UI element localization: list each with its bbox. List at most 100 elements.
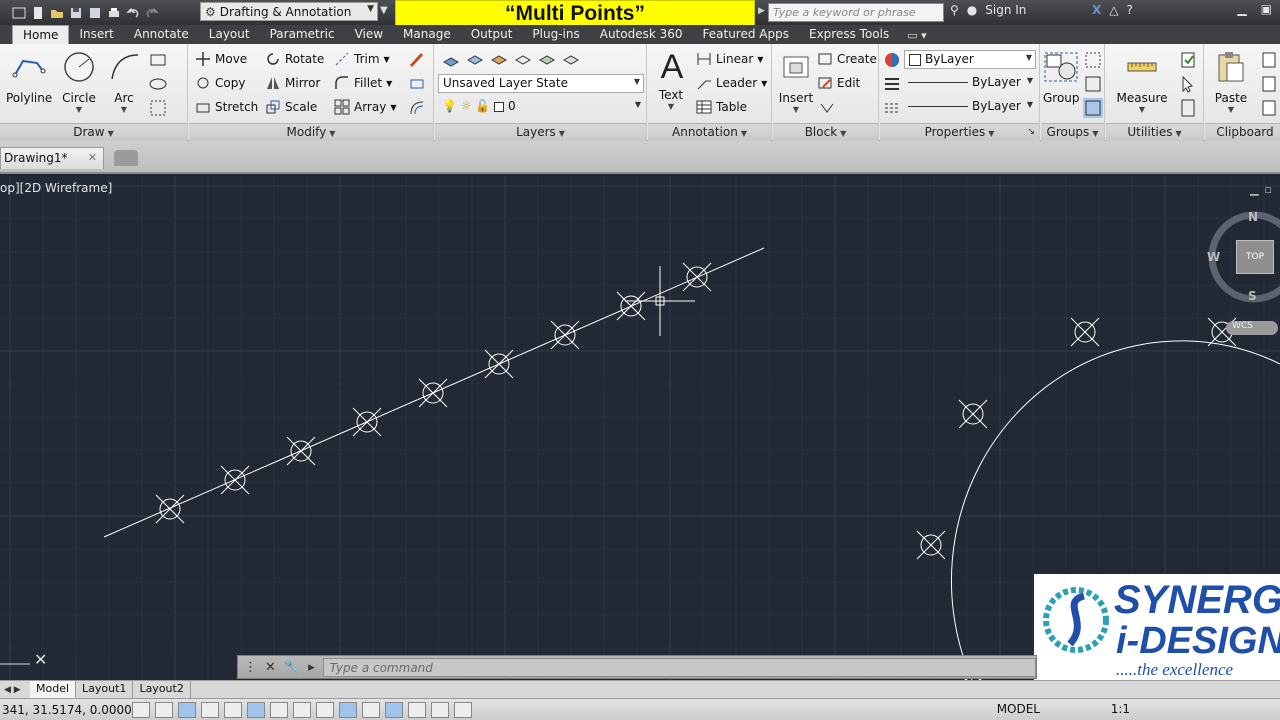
quick-select-icon[interactable] bbox=[1178, 50, 1198, 70]
lineweight-dropdown[interactable]: ByLayer ▼ bbox=[904, 74, 1036, 93]
chevron-down-icon[interactable]: ▼ bbox=[1114, 105, 1170, 114]
customize-qat-icon[interactable]: ▼ bbox=[380, 5, 388, 16]
explode-icon[interactable] bbox=[407, 74, 427, 94]
layers-panel-title[interactable]: Layers ▼ bbox=[435, 123, 646, 141]
measure-button[interactable]: Measure ▼ bbox=[1114, 49, 1170, 114]
point-marker[interactable] bbox=[352, 407, 382, 437]
grip-handle-icon[interactable]: ⋮ bbox=[244, 660, 257, 675]
wrench-icon[interactable]: 🔧 bbox=[284, 660, 300, 675]
command-prompt-icon[interactable]: ▸ bbox=[308, 660, 315, 675]
trim-button[interactable]: Trim ▼ bbox=[334, 50, 390, 68]
linetype-dropdown[interactable]: ByLayer ▼ bbox=[904, 98, 1036, 117]
layout-nav-arrows[interactable]: ◀ ▶ bbox=[0, 685, 30, 695]
tab-featured-apps[interactable]: Featured Apps bbox=[693, 25, 799, 44]
selection-cycling-toggle[interactable] bbox=[431, 701, 449, 718]
viewport-controls-label[interactable]: op][2D Wireframe] bbox=[0, 181, 112, 195]
close-icon[interactable]: ✕ bbox=[88, 151, 97, 164]
ribbon-display-toggle[interactable]: ▭ ▾ bbox=[899, 27, 934, 44]
paste-button[interactable]: Paste ▼ bbox=[1211, 49, 1251, 114]
layer-state-dropdown[interactable]: Unsaved Layer State ▼ bbox=[438, 74, 644, 93]
open-folder-icon[interactable] bbox=[50, 6, 64, 20]
point-marker[interactable] bbox=[616, 291, 646, 321]
stretch-button[interactable]: Stretch bbox=[195, 98, 258, 116]
calculator-icon[interactable] bbox=[1178, 98, 1198, 118]
binoculars-icon[interactable]: ⚲ bbox=[950, 3, 959, 17]
copy-base-icon[interactable] bbox=[1259, 98, 1279, 118]
point-marker[interactable] bbox=[550, 320, 580, 350]
linetype-icon[interactable] bbox=[882, 98, 902, 118]
search-input[interactable]: Type a keyword or phrase bbox=[768, 3, 944, 22]
layer-unisolate-icon[interactable] bbox=[513, 50, 533, 70]
polyline-button[interactable]: Polyline bbox=[6, 49, 52, 105]
grid-display-toggle[interactable] bbox=[178, 701, 196, 718]
viewcube-west[interactable]: W bbox=[1207, 250, 1220, 264]
insert-button[interactable]: Insert ▼ bbox=[777, 49, 815, 114]
clipboard-panel-title[interactable]: Clipboard bbox=[1205, 123, 1280, 141]
snap-mode-toggle[interactable] bbox=[155, 701, 173, 718]
annotation-scale[interactable]: 1:1 bbox=[1111, 702, 1130, 716]
tab-insert[interactable]: Insert bbox=[69, 25, 123, 44]
text-button[interactable]: A Text ▼ bbox=[654, 49, 688, 111]
circle-button[interactable]: Circle ▼ bbox=[58, 49, 100, 114]
point-marker[interactable] bbox=[682, 262, 712, 292]
point-marker[interactable] bbox=[958, 399, 988, 429]
block-attribute-icon[interactable] bbox=[817, 98, 837, 118]
rectangle-icon[interactable] bbox=[148, 50, 168, 70]
workspace-selector[interactable]: ⚙ Drafting & Annotation ▼ bbox=[200, 2, 378, 21]
properties-panel-title[interactable]: Properties ▼ ↘ bbox=[880, 123, 1039, 141]
save-icon[interactable] bbox=[69, 6, 83, 20]
group-edit-icon[interactable] bbox=[1083, 74, 1103, 94]
point-marker[interactable] bbox=[418, 378, 448, 408]
maximize-icon[interactable]: ▣ bbox=[1261, 2, 1272, 16]
user-icon[interactable]: ● bbox=[967, 3, 977, 17]
draw-panel-title[interactable]: Draw ▼ bbox=[0, 123, 187, 141]
layer-isolate-icon[interactable] bbox=[489, 50, 509, 70]
chevron-down-icon[interactable]: ▼ bbox=[654, 102, 688, 111]
linear-button[interactable]: Linear ▼ bbox=[696, 50, 763, 68]
wcs-menu[interactable]: WCS bbox=[1226, 321, 1278, 335]
tab-autodesk-360[interactable]: Autodesk 360 bbox=[590, 25, 693, 44]
offset-icon[interactable] bbox=[407, 98, 427, 118]
tab-model[interactable]: Model bbox=[30, 681, 77, 698]
tab-view[interactable]: View bbox=[345, 25, 393, 44]
object-snap-toggle[interactable] bbox=[247, 701, 265, 718]
help-icon[interactable]: ? bbox=[1127, 3, 1133, 17]
a360-icon[interactable]: △ bbox=[1109, 3, 1118, 17]
new-file-icon[interactable] bbox=[31, 6, 45, 20]
match-properties-icon[interactable] bbox=[882, 50, 902, 70]
color-dropdown[interactable]: ByLayer ▼ bbox=[904, 50, 1036, 69]
file-tab-drawing1[interactable]: Drawing1* ✕ bbox=[0, 147, 104, 169]
transparency-toggle[interactable] bbox=[385, 701, 403, 718]
point-marker[interactable] bbox=[1070, 317, 1100, 347]
chevron-down-icon[interactable]: ▼ bbox=[761, 79, 767, 88]
tab-output[interactable]: Output bbox=[461, 25, 523, 44]
layer-previous-icon[interactable] bbox=[561, 50, 581, 70]
layer-properties-icon[interactable] bbox=[441, 50, 461, 70]
viewcube-top-face[interactable]: TOP bbox=[1236, 240, 1274, 274]
viewcube-north[interactable]: N bbox=[1248, 210, 1258, 224]
copy-button[interactable]: Copy bbox=[195, 74, 245, 92]
ortho-mode-toggle[interactable] bbox=[201, 701, 219, 718]
block-panel-title[interactable]: Block ▼ bbox=[773, 123, 878, 141]
ellipse-icon[interactable] bbox=[148, 74, 168, 94]
point-marker[interactable] bbox=[220, 465, 250, 495]
layer-dropdown[interactable]: 💡 ☼ 🔓 0 ▼ bbox=[438, 98, 644, 117]
hatch-icon[interactable] bbox=[148, 98, 168, 118]
arc-button[interactable]: Arc ▼ bbox=[104, 49, 144, 114]
chevron-down-icon[interactable]: ▼ bbox=[1211, 105, 1251, 114]
chevron-down-icon[interactable]: ▼ bbox=[757, 55, 763, 64]
chevron-down-icon[interactable]: ▼ bbox=[58, 105, 100, 114]
command-input[interactable]: Type a command bbox=[322, 657, 1036, 677]
annotation-panel-title[interactable]: Annotation ▼ bbox=[648, 123, 771, 141]
mirror-button[interactable]: Mirror bbox=[265, 74, 320, 92]
tab-layout2[interactable]: Layout2 bbox=[133, 681, 191, 698]
3d-osnap-toggle[interactable] bbox=[270, 701, 288, 718]
viewport-window-controls[interactable]: ▁▫ bbox=[1250, 183, 1278, 196]
tab-express-tools[interactable]: Express Tools bbox=[799, 25, 899, 44]
minimize-icon[interactable]: ▁ bbox=[1237, 2, 1246, 16]
polar-tracking-toggle[interactable] bbox=[224, 701, 242, 718]
quick-properties-toggle[interactable] bbox=[408, 701, 426, 718]
chevron-down-icon[interactable]: ▼ bbox=[390, 103, 396, 112]
expand-arrow-icon[interactable]: ▶ bbox=[758, 6, 765, 16]
utilities-panel-title[interactable]: Utilities ▼ bbox=[1106, 123, 1203, 141]
